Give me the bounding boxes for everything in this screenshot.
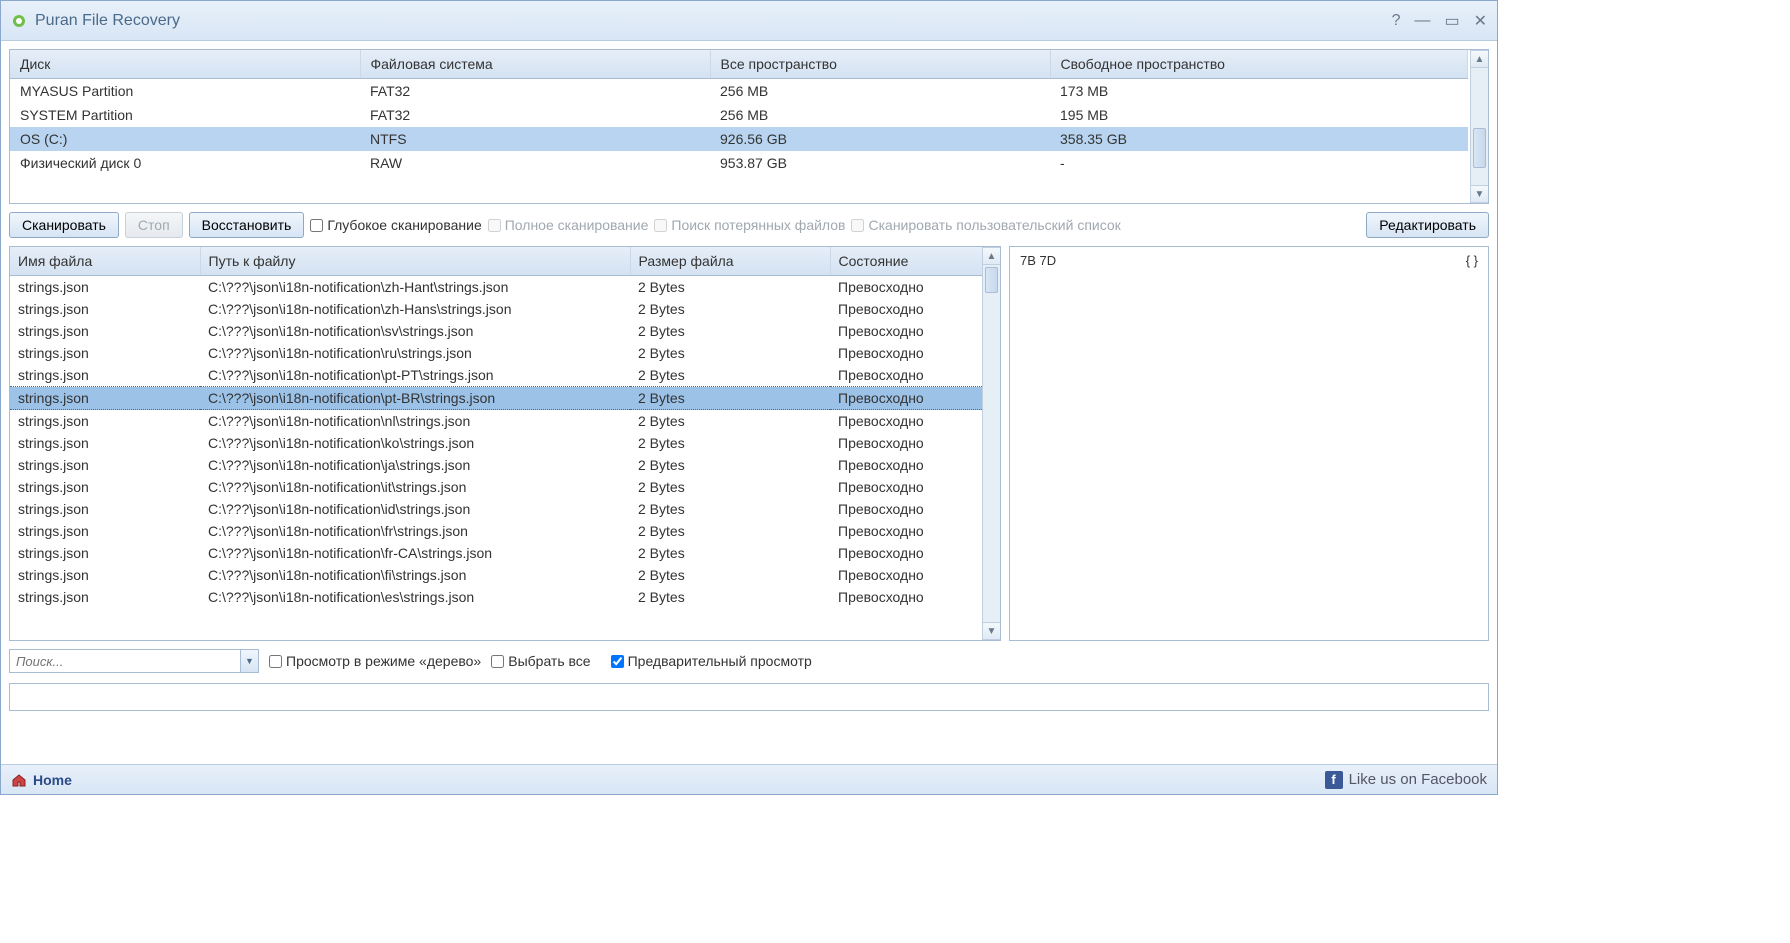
disk-col-name[interactable]: Диск (10, 50, 360, 79)
files-panel: Имя файла Путь к файлу Размер файла Сост… (9, 246, 1001, 641)
file-row[interactable]: strings.jsonC:\???\json\i18n-notificatio… (10, 564, 1000, 586)
disk-row[interactable]: SYSTEM PartitionFAT32256 MB195 MB (10, 103, 1468, 127)
preview-checkbox[interactable]: Предварительный просмотр (611, 653, 812, 669)
file-row[interactable]: strings.jsonC:\???\json\i18n-notificatio… (10, 342, 1000, 364)
recover-button[interactable]: Восстановить (189, 212, 305, 238)
find-lost-checkbox: Поиск потерянных файлов (654, 217, 845, 233)
file-row[interactable]: strings.jsonC:\???\json\i18n-notificatio… (10, 542, 1000, 564)
select-all-checkbox[interactable]: Выбрать все (491, 653, 590, 669)
preview-ascii: { } (1090, 253, 1478, 634)
deep-scan-checkbox[interactable]: Глубокое сканирование (310, 217, 481, 233)
preview-hex: 7B 7D (1020, 253, 1090, 634)
file-row[interactable]: strings.jsonC:\???\json\i18n-notificatio… (10, 387, 1000, 410)
file-row[interactable]: strings.jsonC:\???\json\i18n-notificatio… (10, 586, 1000, 608)
app-window: Puran File Recovery ? — ▭ ✕ Диск Файлова… (0, 0, 1498, 795)
status-bar-input[interactable] (9, 683, 1489, 711)
tree-view-checkbox[interactable]: Просмотр в режиме «дерево» (269, 653, 481, 669)
disk-row[interactable]: MYASUS PartitionFAT32256 MB173 MB (10, 79, 1468, 104)
toolbar: Сканировать Стоп Восстановить Глубокое с… (9, 212, 1489, 238)
files-col-name[interactable]: Имя файла (10, 247, 200, 276)
scroll-thumb[interactable] (1473, 128, 1486, 168)
file-row[interactable]: strings.jsonC:\???\json\i18n-notificatio… (10, 298, 1000, 320)
maximize-icon[interactable]: ▭ (1444, 11, 1459, 31)
preview-panel: 7B 7D { } (1009, 246, 1489, 641)
files-table[interactable]: Имя файла Путь к файлу Размер файла Сост… (10, 247, 1000, 608)
bottom-toolbar: ▼ Просмотр в режиме «дерево» Выбрать все… (9, 649, 1489, 673)
scroll-down-icon[interactable]: ▼ (983, 622, 1000, 640)
disk-list-panel: Диск Файловая система Все пространство С… (9, 49, 1489, 204)
files-col-path[interactable]: Путь к файлу (200, 247, 630, 276)
help-icon[interactable]: ? (1392, 12, 1401, 30)
minimize-icon[interactable]: — (1414, 12, 1430, 30)
edit-button[interactable]: Редактировать (1366, 212, 1489, 238)
disk-row[interactable]: Физический диск 0RAW953.87 GB- (10, 151, 1468, 175)
dropdown-icon[interactable]: ▼ (240, 650, 258, 672)
titlebar: Puran File Recovery ? — ▭ ✕ (1, 1, 1497, 41)
file-row[interactable]: strings.jsonC:\???\json\i18n-notificatio… (10, 276, 1000, 299)
facebook-icon[interactable]: f (1325, 771, 1343, 789)
file-row[interactable]: strings.jsonC:\???\json\i18n-notificatio… (10, 454, 1000, 476)
search-input[interactable] (10, 652, 240, 671)
scroll-down-icon[interactable]: ▼ (1471, 185, 1488, 203)
file-row[interactable]: strings.jsonC:\???\json\i18n-notificatio… (10, 498, 1000, 520)
scroll-up-icon[interactable]: ▲ (983, 247, 1000, 265)
home-link[interactable]: Home (33, 772, 72, 788)
window-title: Puran File Recovery (35, 12, 1392, 30)
files-scrollbar[interactable]: ▲ ▼ (982, 247, 1000, 640)
disk-col-free[interactable]: Свободное пространство (1050, 50, 1468, 79)
home-icon (11, 772, 27, 788)
full-scan-checkbox: Полное сканирование (488, 217, 649, 233)
file-row[interactable]: strings.jsonC:\???\json\i18n-notificatio… (10, 320, 1000, 342)
files-col-size[interactable]: Размер файла (630, 247, 830, 276)
disk-col-total[interactable]: Все пространство (710, 50, 1050, 79)
scan-custom-checkbox: Сканировать пользовательский список (851, 217, 1120, 233)
scroll-thumb[interactable] (985, 267, 998, 293)
file-row[interactable]: strings.jsonC:\???\json\i18n-notificatio… (10, 410, 1000, 433)
app-icon (11, 13, 27, 29)
facebook-link[interactable]: Like us on Facebook (1349, 771, 1487, 788)
disk-scrollbar[interactable]: ▲ ▼ (1470, 50, 1488, 203)
disk-col-fs[interactable]: Файловая система (360, 50, 710, 79)
file-row[interactable]: strings.jsonC:\???\json\i18n-notificatio… (10, 520, 1000, 542)
scan-button[interactable]: Сканировать (9, 212, 119, 238)
files-col-state[interactable]: Состояние (830, 247, 1000, 276)
footer: Home f Like us on Facebook (1, 764, 1497, 794)
disk-table[interactable]: Диск Файловая система Все пространство С… (10, 50, 1468, 175)
file-row[interactable]: strings.jsonC:\???\json\i18n-notificatio… (10, 476, 1000, 498)
scroll-up-icon[interactable]: ▲ (1471, 50, 1488, 68)
file-row[interactable]: strings.jsonC:\???\json\i18n-notificatio… (10, 364, 1000, 387)
file-row[interactable]: strings.jsonC:\???\json\i18n-notificatio… (10, 432, 1000, 454)
search-combo[interactable]: ▼ (9, 649, 259, 673)
disk-row[interactable]: OS (C:)NTFS926.56 GB358.35 GB (10, 127, 1468, 151)
stop-button: Стоп (125, 212, 183, 238)
close-icon[interactable]: ✕ (1474, 11, 1487, 31)
